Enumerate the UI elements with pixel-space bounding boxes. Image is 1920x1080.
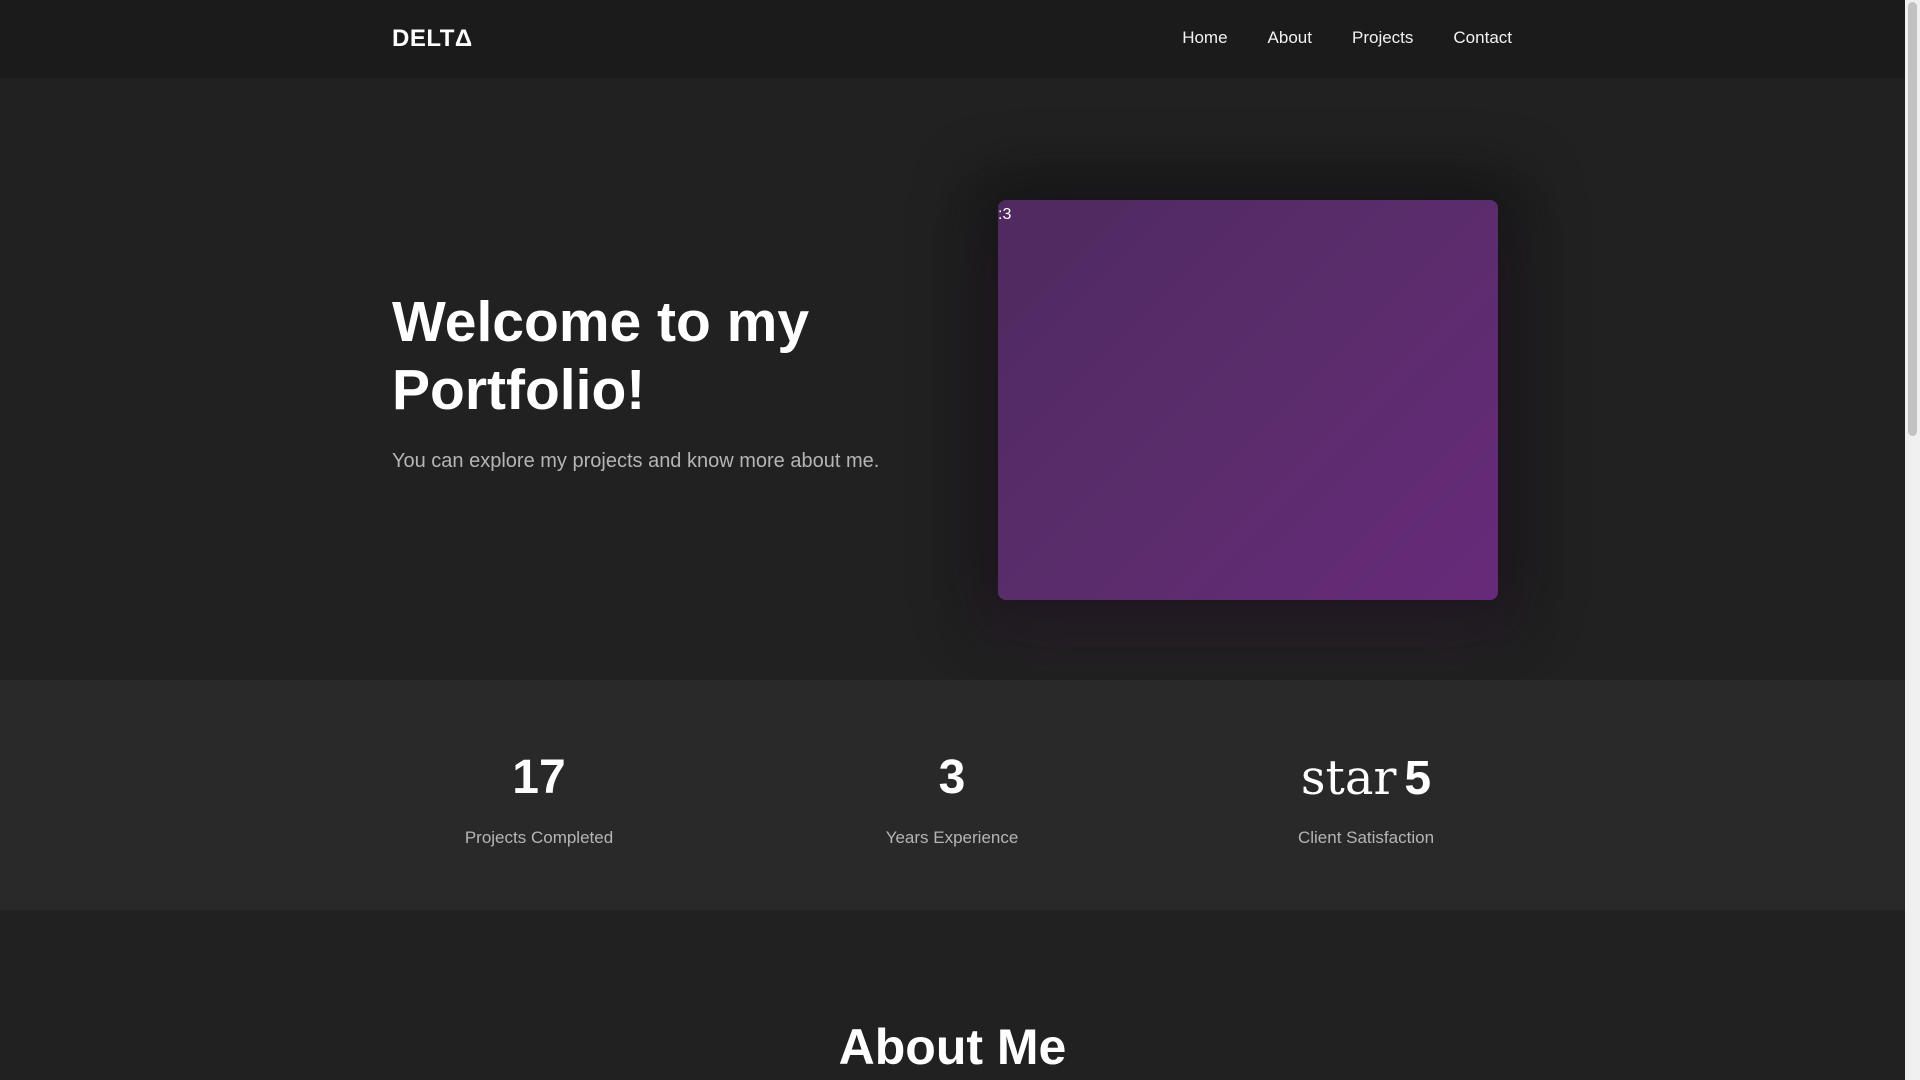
stat-projects-label: Projects Completed [464, 828, 614, 847]
nav-link-projects[interactable]: Projects [1352, 28, 1413, 48]
page: DELTΔ Home About Projects Contact Welcom… [0, 0, 1905, 1080]
hero-subtitle: You can explore my projects and know mor… [392, 450, 880, 472]
scrollbar-thumb[interactable] [1908, 2, 1917, 436]
about-title: About Me [838, 1019, 1067, 1075]
nav-link-about[interactable]: About [1268, 28, 1312, 48]
hero-image-alt-text: :3 [998, 206, 1012, 223]
hero-title: Welcome to my Portfolio! [392, 290, 810, 422]
stat-satisfaction-value: star 5 [1216, 750, 1516, 806]
about-section: About Me [0, 910, 1905, 1080]
main-nav: Home About Projects Contact [1182, 28, 1512, 48]
navbar: DELTΔ Home About Projects Contact [0, 0, 1905, 78]
stat-projects-value: 17 [512, 751, 566, 804]
brand-logo[interactable]: DELTΔ [392, 25, 473, 53]
stat-satisfaction-number: 5 [1404, 752, 1432, 805]
star-icon: star [1300, 750, 1397, 806]
hero-section: Welcome to my Portfolio! You can explore… [0, 78, 1905, 680]
nav-link-contact[interactable]: Contact [1453, 28, 1512, 48]
nav-link-home[interactable]: Home [1182, 28, 1227, 48]
stat-experience-value: 3 [938, 751, 966, 804]
page-scrollbar[interactable] [1905, 0, 1920, 1080]
hero-image: :3 [998, 200, 1498, 600]
stat-satisfaction-label: Client Satisfaction [1297, 828, 1435, 847]
stats-section: 17 Projects Completed 3 Years Experience… [0, 680, 1905, 910]
stat-experience-label: Years Experience [885, 828, 1019, 847]
